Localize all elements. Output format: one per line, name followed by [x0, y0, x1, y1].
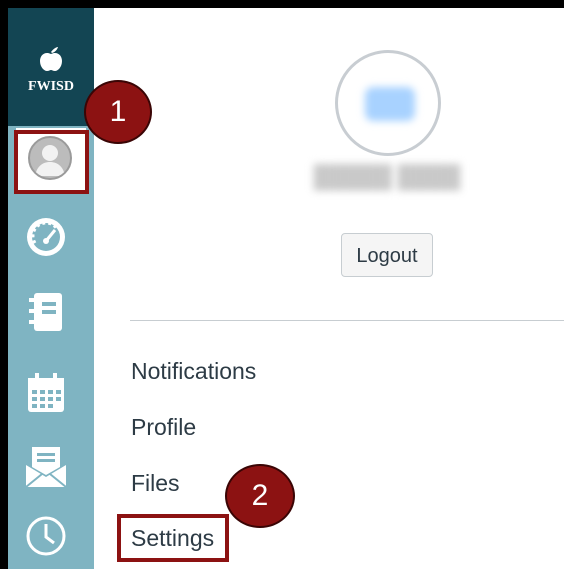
step-2-badge: 2 — [225, 464, 295, 528]
step-1-badge: 1 — [84, 80, 152, 144]
profile-avatar[interactable] — [335, 50, 441, 156]
history-nav-item[interactable] — [22, 512, 82, 558]
logout-button[interactable]: Logout — [341, 233, 433, 277]
apple-icon — [8, 46, 94, 77]
inbox-nav-item[interactable] — [22, 443, 82, 489]
logo-text: FWISD — [28, 79, 74, 94]
history-icon — [22, 516, 70, 564]
dashboard-nav-item[interactable] — [22, 213, 82, 259]
files-link[interactable]: Files — [131, 469, 180, 497]
notifications-link[interactable]: Notifications — [131, 357, 256, 385]
fwisd-logo[interactable]: FWISD — [8, 8, 94, 126]
courses-icon — [22, 293, 70, 339]
profile-link[interactable]: Profile — [131, 413, 196, 441]
profile-image-blurred — [365, 87, 415, 121]
user-name-blurred: █████ ████ — [313, 164, 461, 189]
divider — [130, 320, 564, 321]
global-nav-sidebar: FWISD — [8, 8, 94, 569]
settings-highlight-box — [117, 514, 229, 562]
inbox-icon — [22, 447, 70, 495]
calendar-nav-item[interactable] — [22, 370, 82, 416]
account-highlight-box — [14, 130, 89, 194]
courses-nav-item[interactable] — [22, 289, 82, 335]
calendar-icon — [22, 373, 70, 420]
dashboard-icon — [22, 218, 70, 261]
